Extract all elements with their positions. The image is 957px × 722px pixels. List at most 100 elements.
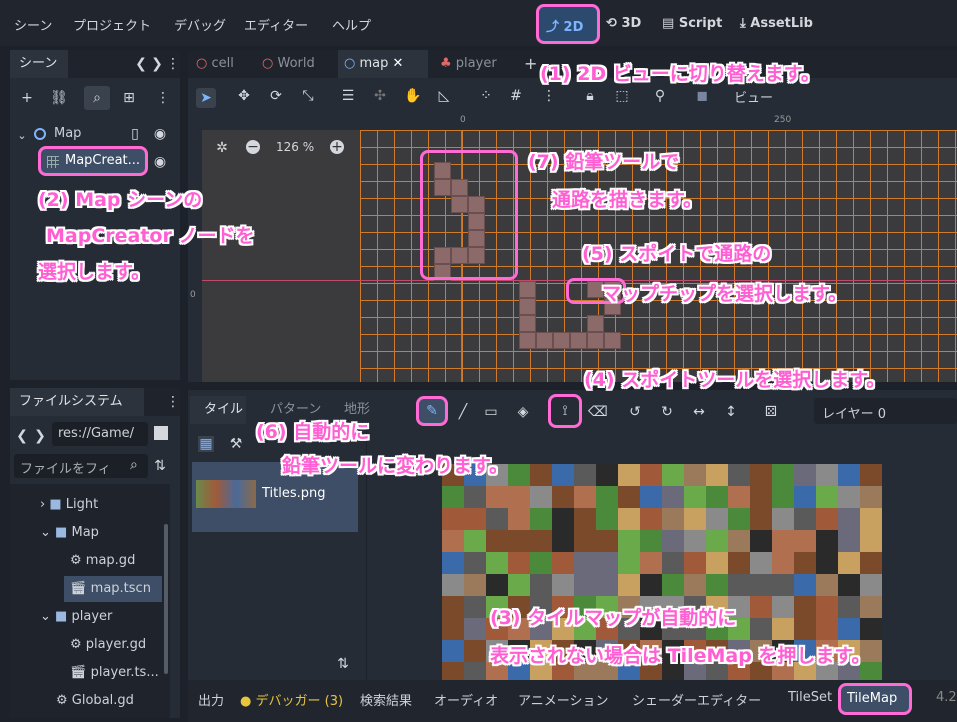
atlas-tile[interactable] — [464, 596, 486, 618]
folder-light[interactable]: › ■ Light — [40, 492, 98, 518]
atlas-tile[interactable] — [860, 464, 882, 486]
add-tab-button[interactable]: + — [524, 50, 537, 78]
atlas-tile[interactable] — [750, 464, 772, 486]
bucket-icon[interactable]: ◈ — [516, 404, 530, 420]
file-player-gd[interactable]: ⚙ player.gd — [70, 632, 146, 658]
tree-root-label[interactable]: Map — [54, 126, 81, 141]
atlas-tile[interactable] — [464, 574, 486, 596]
atlas-tile[interactable] — [728, 508, 750, 530]
snap-icon[interactable]: ⁘ — [478, 88, 494, 104]
atlas-tile[interactable] — [486, 552, 508, 574]
atlas-tile[interactable] — [442, 596, 464, 618]
link-icon[interactable]: ⛓ — [50, 90, 68, 106]
atlas-tile[interactable] — [772, 618, 794, 640]
menu-debug[interactable]: デバッグ — [174, 15, 226, 34]
pencil-tool-button[interactable]: ✎ — [416, 396, 448, 426]
atlas-tile[interactable] — [838, 530, 860, 552]
prev-icon[interactable]: ❮ — [134, 56, 148, 72]
atlas-tile[interactable] — [486, 530, 508, 552]
atlas-tile[interactable] — [816, 552, 838, 574]
atlas-tile[interactable] — [442, 640, 464, 662]
atlas-tile[interactable] — [728, 530, 750, 552]
search-icon[interactable]: ⌕ — [84, 86, 110, 110]
visibility-icon[interactable]: ◉ — [152, 126, 168, 142]
atlas-tile[interactable] — [552, 530, 574, 552]
atlas-tile[interactable] — [530, 508, 552, 530]
back-icon[interactable]: ❮ — [16, 428, 28, 444]
tree-child-selected[interactable]: MapCreat... — [38, 146, 148, 176]
bone-icon[interactable]: ⚲ — [652, 88, 668, 104]
folder-map[interactable]: ⌄ ■ Map — [40, 520, 99, 546]
collapse-icon[interactable]: ⌄ — [16, 128, 28, 144]
atlas-tile[interactable] — [552, 508, 574, 530]
atlas-tile[interactable] — [442, 618, 464, 640]
atlas-tile[interactable] — [574, 508, 596, 530]
select-icon[interactable]: ➤ — [196, 88, 216, 108]
atlas-tile[interactable] — [794, 464, 816, 486]
atlas-tile[interactable] — [684, 552, 706, 574]
atlas-tile[interactable] — [574, 530, 596, 552]
atlas-tile[interactable] — [464, 662, 486, 680]
atlas-tile[interactable] — [750, 486, 772, 508]
atlas-tile[interactable] — [464, 640, 486, 662]
atlas-tile[interactable] — [662, 574, 684, 596]
move-icon[interactable]: ✥ — [236, 88, 252, 104]
atlas-tile[interactable] — [750, 574, 772, 596]
atlas-tile[interactable] — [530, 464, 552, 486]
tab-cell[interactable]: ○ cell — [196, 50, 234, 78]
atlas-tile[interactable] — [816, 596, 838, 618]
atlas-tile[interactable] — [838, 596, 860, 618]
zoom-in-icon[interactable]: + — [330, 140, 344, 154]
atlas-tile[interactable] — [860, 530, 882, 552]
forward-icon[interactable]: ❯ — [34, 428, 46, 444]
atlas-tile[interactable] — [508, 486, 530, 508]
atlas-tile[interactable] — [530, 574, 552, 596]
atlas-tile[interactable] — [596, 552, 618, 574]
atlas-tile[interactable] — [684, 530, 706, 552]
atlas-tile[interactable] — [728, 464, 750, 486]
atlas-tile[interactable] — [794, 552, 816, 574]
fit-view-icon[interactable]: ✲ — [214, 140, 230, 156]
atlas-tile[interactable] — [464, 508, 486, 530]
rotate-icon[interactable]: ⟳ — [268, 88, 284, 104]
atlas-tile[interactable] — [794, 574, 816, 596]
atlas-tile[interactable] — [706, 574, 728, 596]
path-field[interactable]: res://Game/ — [52, 422, 148, 446]
file-global-gd[interactable]: ⚙ Global.gd — [56, 688, 134, 714]
atlas-tile[interactable] — [508, 464, 530, 486]
atlas-tile[interactable] — [596, 508, 618, 530]
atlas-tile[interactable] — [662, 552, 684, 574]
atlas-tile[interactable] — [838, 464, 860, 486]
pan-icon[interactable]: ✋ — [404, 88, 421, 104]
atlas-tile[interactable] — [486, 574, 508, 596]
bottom-output[interactable]: 出力 — [198, 690, 224, 709]
atlas-tile[interactable] — [486, 486, 508, 508]
mode-2d-button[interactable]: ⤴ 2D — [546, 16, 583, 35]
atlas-tile[interactable] — [530, 530, 552, 552]
atlas-tile[interactable] — [816, 508, 838, 530]
menu-dots-icon[interactable]: ⋮ — [166, 394, 180, 410]
rect-icon[interactable]: ▭ — [484, 404, 498, 420]
group-icon[interactable]: ⬚ — [614, 88, 630, 104]
atlas-tile[interactable] — [464, 486, 486, 508]
mode-script-button[interactable]: ▤ Script — [662, 16, 722, 31]
eraser-icon[interactable]: ⌫ — [588, 404, 608, 420]
view-menu[interactable]: ビュー — [734, 87, 773, 106]
atlas-tile[interactable] — [684, 574, 706, 596]
atlas-tile[interactable] — [662, 464, 684, 486]
atlas-tile[interactable] — [442, 552, 464, 574]
lock-icon[interactable]: 🔒︎ — [582, 88, 598, 104]
atlas-tile[interactable] — [442, 508, 464, 530]
more-icon[interactable]: ⋮ — [542, 88, 556, 104]
menu-project[interactable]: プロジェクト — [73, 15, 151, 34]
atlas-tile[interactable] — [860, 574, 882, 596]
atlas-tile[interactable] — [750, 552, 772, 574]
atlas-tile[interactable] — [772, 486, 794, 508]
atlas-tile[interactable] — [530, 486, 552, 508]
atlas-tile[interactable] — [838, 574, 860, 596]
atlas-tile[interactable] — [618, 530, 640, 552]
tab-player[interactable]: ♣ player — [440, 50, 497, 78]
atlas-tile[interactable] — [640, 552, 662, 574]
atlas-tile[interactable] — [640, 530, 662, 552]
atlas-tile[interactable] — [552, 464, 574, 486]
